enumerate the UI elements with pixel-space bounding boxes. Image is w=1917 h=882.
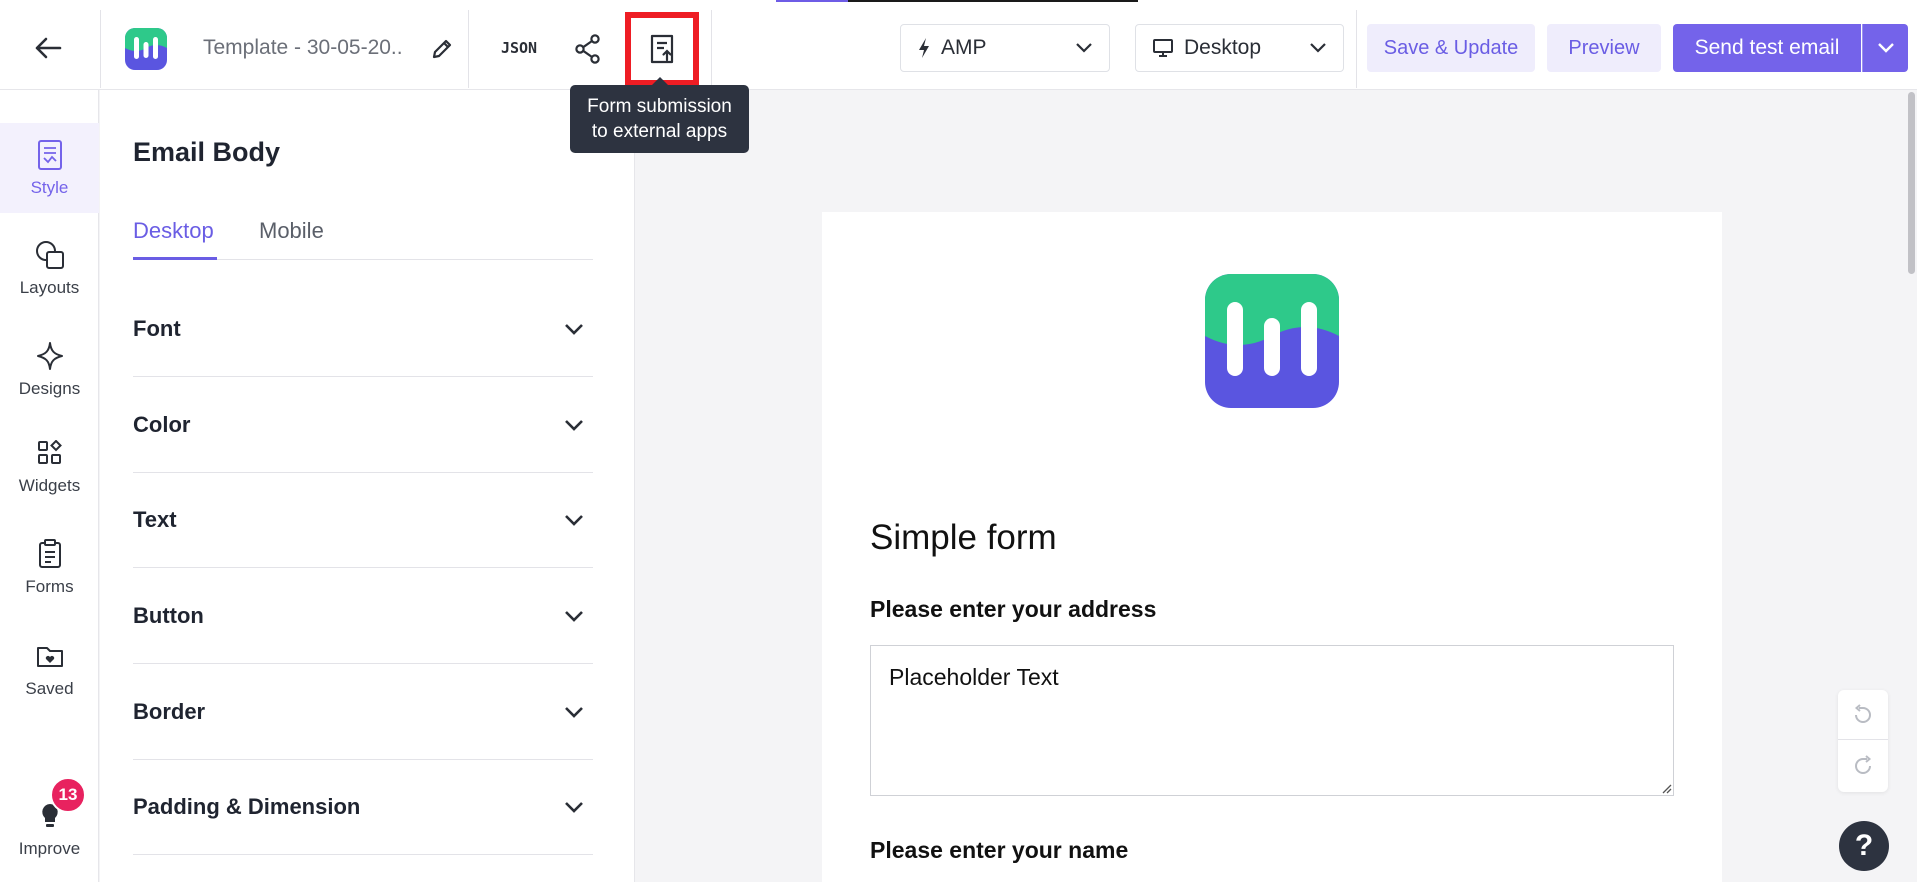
section-label: Border (133, 699, 206, 724)
help-button[interactable]: ? (1839, 821, 1889, 871)
rail-item-label: Layouts (19, 278, 80, 297)
rail-item-label: Forms (25, 577, 74, 596)
loading-strip (776, 0, 1138, 2)
preview-button[interactable]: Preview (1547, 24, 1661, 72)
tooltip-line-1: Form submission (587, 96, 732, 117)
chevron-down-icon (559, 601, 589, 631)
section-border[interactable]: Border (133, 665, 593, 760)
device-select[interactable]: Desktop (1135, 24, 1344, 72)
section-padding-dimension[interactable]: Padding & Dimension (133, 760, 593, 855)
undo-icon (1854, 703, 1871, 723)
panel-tabs: Desktop Mobile (133, 218, 593, 260)
layouts-icon (33, 238, 67, 272)
app-logo-icon (125, 28, 167, 70)
section-color[interactable]: Color (133, 378, 593, 473)
section-font[interactable]: Font (133, 282, 593, 377)
chevron-down-icon (1076, 43, 1092, 53)
tab-mobile[interactable]: Mobile (259, 218, 324, 260)
email-canvas: Simple form Please enter your address Pl… (636, 90, 1917, 882)
save-update-button[interactable]: Save & Update (1367, 24, 1535, 72)
arrow-left-icon (35, 37, 62, 59)
resize-grip-icon[interactable] (1660, 782, 1672, 794)
rail-item-widgets[interactable]: Widgets (0, 421, 99, 511)
redo-button[interactable] (1838, 741, 1888, 791)
rail-item-forms[interactable]: Forms (0, 522, 99, 612)
section-label: Color (133, 412, 191, 437)
document-upload-icon (650, 34, 674, 64)
send-test-email-button[interactable]: Send test email (1673, 24, 1861, 72)
form-title: Simple form (870, 518, 1057, 557)
address-label: Please enter your address (870, 596, 1157, 622)
scrollbar-thumb[interactable] (1908, 92, 1915, 274)
email-preview[interactable]: Simple form Please enter your address Pl… (822, 212, 1722, 882)
chevron-down-icon (559, 792, 589, 822)
section-text[interactable]: Text (133, 473, 593, 568)
sparkle-icon (33, 339, 67, 373)
tooltip: Form submission to external apps (570, 77, 749, 153)
pencil-icon (432, 39, 452, 59)
brand-logo-icon (1205, 274, 1339, 408)
section-label: Button (133, 603, 204, 628)
section-label: Text (133, 507, 177, 532)
address-textarea[interactable]: Placeholder Text (870, 645, 1674, 796)
rail-item-designs[interactable]: Designs (0, 324, 99, 414)
share-button[interactable] (570, 31, 606, 67)
style-icon (33, 138, 67, 172)
top-bar: Template - 30-05-20... JSON AMP Desktop … (0, 0, 1917, 90)
tab-desktop[interactable]: Desktop (133, 218, 217, 260)
rename-button[interactable] (425, 32, 459, 66)
rail-item-style[interactable]: Style (0, 123, 99, 213)
rail-item-saved[interactable]: Saved (0, 624, 99, 714)
history-controls (1838, 690, 1888, 792)
chevron-down-icon (559, 410, 589, 440)
rail-item-label: Widgets (18, 476, 81, 495)
question-mark-icon: ? (1854, 829, 1874, 862)
json-button[interactable]: JSON (496, 34, 542, 62)
rail-item-label: Designs (18, 379, 81, 398)
email-type-value: AMP (941, 36, 987, 59)
settings-panel: Email Body Desktop Mobile Font Color Tex… (100, 90, 635, 882)
section-label: Padding & Dimension (133, 794, 361, 819)
folder-heart-icon (33, 639, 67, 673)
email-type-select[interactable]: AMP (900, 24, 1110, 72)
back-button[interactable] (24, 26, 72, 70)
chevron-down-icon (559, 505, 589, 535)
chevron-down-icon (1310, 43, 1326, 53)
clipboard-icon (33, 537, 67, 571)
section-label: Font (133, 316, 181, 341)
chevron-down-icon (559, 314, 589, 344)
send-options-button[interactable] (1862, 24, 1908, 72)
template-name: Template - 30-05-20... (203, 36, 403, 59)
device-value: Desktop (1184, 36, 1262, 59)
lightning-icon (919, 38, 929, 58)
notification-badge: 13 (50, 777, 86, 813)
undo-button[interactable] (1838, 690, 1888, 740)
share-icon (575, 34, 600, 64)
rail-item-label: Saved (25, 679, 74, 698)
monitor-icon (1153, 39, 1173, 57)
rail-item-layouts[interactable]: Layouts (0, 223, 99, 313)
section-button[interactable]: Button (133, 569, 593, 664)
redo-icon (1855, 755, 1872, 774)
name-label: Please enter your name (870, 837, 1129, 863)
left-rail: Style Layouts Designs Widgets Forms Save… (0, 90, 99, 882)
chevron-down-icon (559, 697, 589, 727)
form-submission-button[interactable] (625, 12, 699, 86)
rail-item-label: Improve (18, 839, 81, 858)
panel-title: Email Body (133, 137, 281, 167)
widgets-icon (33, 436, 67, 470)
tooltip-line-2: to external apps (591, 121, 728, 142)
rail-item-label: Style (30, 178, 69, 197)
chevron-down-icon (1877, 43, 1894, 53)
